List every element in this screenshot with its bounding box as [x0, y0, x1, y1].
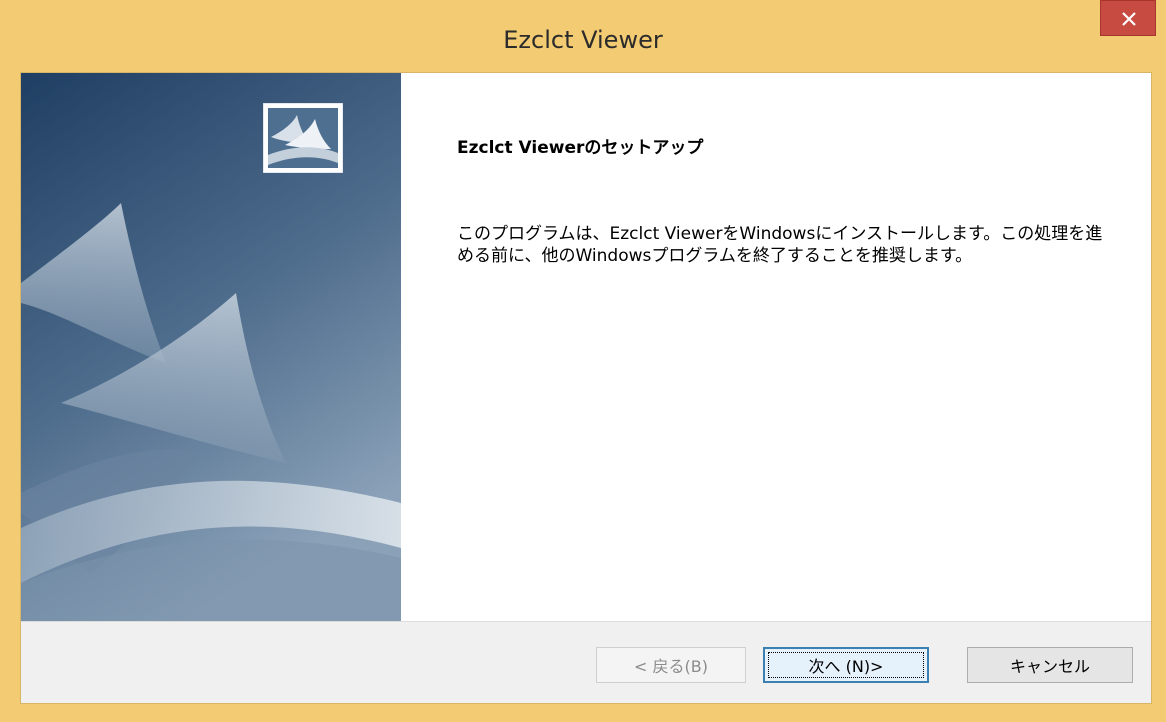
back-button-label: < 戻る(B): [634, 657, 708, 676]
next-button[interactable]: 次へ (N)>: [763, 647, 929, 683]
page-title: Ezclct Viewerのセットアップ: [457, 138, 704, 158]
cancel-button[interactable]: キャンセル: [967, 647, 1133, 683]
focus-rectangle: [768, 652, 924, 678]
back-button[interactable]: < 戻る(B): [596, 647, 746, 683]
cancel-button-label: キャンセル: [1009, 657, 1090, 676]
banner-artwork: [21, 73, 401, 621]
wizard-content: Ezclct Viewerのセットアップ このプログラムは、Ezclct Vie…: [401, 73, 1151, 621]
description-text: このプログラムは、Ezclct ViewerをWindowsにインストールします…: [457, 224, 1103, 266]
wizard-body: Ezclct Viewerのセットアップ このプログラムは、Ezclct Vie…: [20, 72, 1152, 704]
button-bar: < 戻る(B) 次へ (N)> キャンセル: [21, 621, 1151, 703]
wizard-banner: [21, 73, 401, 621]
close-icon: [1122, 12, 1136, 26]
title-bar[interactable]: Ezclct Viewer: [0, 0, 1166, 72]
installer-window: Ezclct Viewer Ezclct Viewerのセットアップ このプログ…: [0, 0, 1166, 722]
close-button[interactable]: [1100, 0, 1156, 36]
setup-logo-icon: [263, 103, 343, 173]
window-title: Ezclct Viewer: [503, 26, 663, 54]
